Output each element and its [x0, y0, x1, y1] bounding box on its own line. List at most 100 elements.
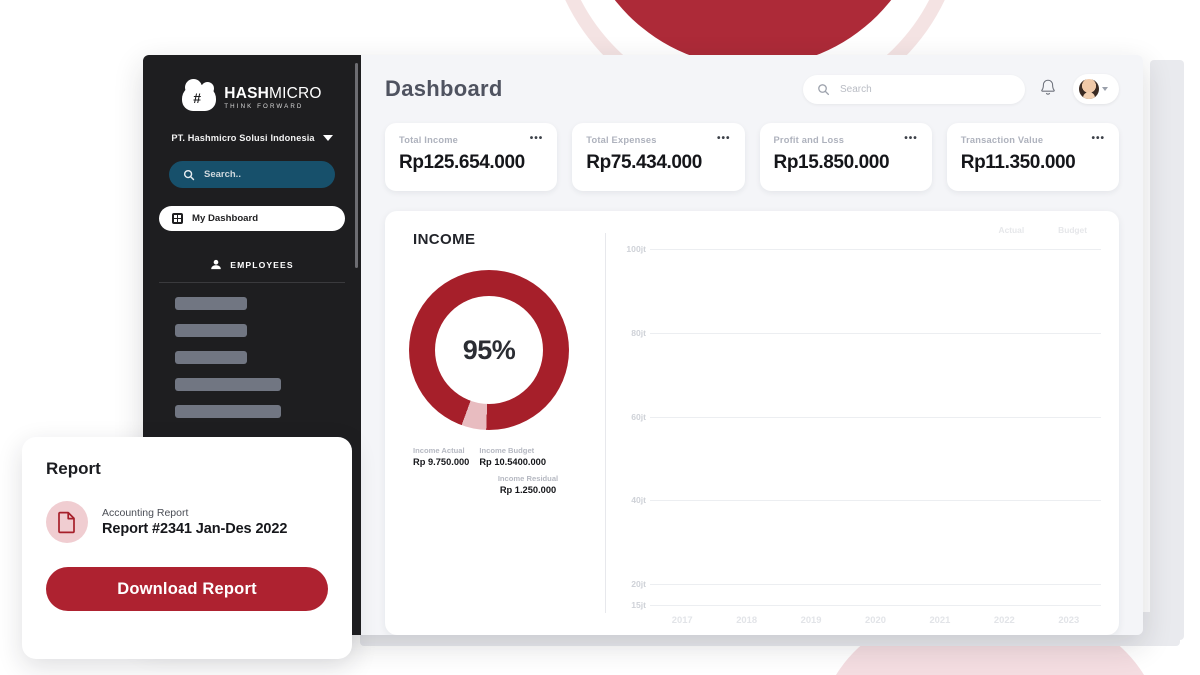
kpi-value: Rp15.850.000: [773, 152, 890, 173]
chart-y-tick: 15jt: [631, 600, 646, 610]
dashboard-icon: [172, 213, 183, 224]
brand-logo: # HASHMICRO THINK FORWARD: [143, 77, 361, 115]
income-budget-value: Rp 10.5400.000: [479, 457, 547, 467]
sidebar-item-my-dashboard[interactable]: My Dashboard: [159, 206, 345, 231]
search-input[interactable]: Search: [803, 74, 1025, 104]
avatar: [1079, 79, 1099, 99]
sidebar-section-employees[interactable]: EMPLOYEES: [159, 259, 345, 283]
chart-grid-line: [650, 584, 1101, 586]
income-legend: Income Actual Rp 9.750.000 Income Budget…: [413, 446, 605, 467]
brand-tagline: THINK FORWARD: [224, 102, 304, 110]
download-report-button[interactable]: Download Report: [46, 567, 328, 611]
search-icon: [818, 83, 830, 95]
kpi-menu-icon[interactable]: •••: [1091, 134, 1105, 144]
search-icon: [183, 169, 195, 180]
kpi-label: Total Income: [399, 135, 459, 145]
kpi-card[interactable]: Total Income ••• Rp125.654.000: [385, 123, 558, 191]
user-menu-button[interactable]: [1073, 74, 1119, 104]
hashmicro-cloud-icon: #: [182, 79, 217, 111]
income-actual-block: Income Actual Rp 9.750.000: [413, 446, 469, 467]
chart-y-tick: 80jt: [631, 327, 646, 338]
chart-x-tick: 2023: [1058, 614, 1080, 625]
kpi-card[interactable]: Profit and Loss ••• Rp15.850.000: [759, 123, 932, 191]
income-budget-block: Income Budget Rp 10.5400.000: [479, 446, 546, 467]
chart-y-axis: 100jt 80jt 60jt 40jt 20jt 15jt: [616, 244, 650, 610]
kpi-card[interactable]: Transaction Value ••• Rp11.350.000: [946, 123, 1119, 191]
kpi-label: Profit and Loss: [773, 135, 845, 145]
kpi-value: Rp75.434.000: [586, 152, 702, 173]
chart-x-axis: 2017 2018 2019 2020 2021 2022 2023: [650, 605, 1101, 625]
donut-center: 95%: [435, 296, 543, 404]
sidebar-skeleton-item: [175, 405, 281, 418]
donut-percent-label: 95%: [462, 334, 516, 365]
income-residual-value: Rp 1.250.000: [499, 485, 557, 495]
chevron-down-icon: [1102, 87, 1108, 91]
income-donut-chart: 95%: [409, 270, 569, 430]
sidebar-item-label: My Dashboard: [192, 213, 259, 224]
report-name: Report #2341 Jan-Des 2022: [102, 521, 288, 537]
sidebar-skeleton-item: [175, 351, 247, 364]
kpi-value: Rp125.654.000: [399, 152, 525, 173]
sidebar-skeleton-item: [175, 324, 247, 337]
income-panel: INCOME 95% Income Actual Rp 9.750.000 In…: [385, 211, 1119, 635]
background-gray-edge-decor: [1150, 60, 1184, 640]
chart-legend-item[interactable]: Budget: [1058, 225, 1087, 235]
company-selector[interactable]: PT. Hashmicro Solusi Indonesia: [143, 133, 361, 143]
income-budget-label: Income Budget: [479, 446, 535, 455]
chart-x-tick: 2017: [671, 614, 693, 625]
report-item: Accounting Report Report #2341 Jan-Des 2…: [46, 501, 328, 543]
income-residual-label: Income Residual: [497, 474, 559, 483]
chart-plot-area: 100jt 80jt 60jt 40jt 20jt 15jt: [616, 244, 1101, 610]
sidebar-scrollbar[interactable]: [355, 63, 358, 268]
document-glyph: [58, 511, 75, 534]
sidebar-skeleton-item: [175, 378, 281, 391]
chart-grid-line: [650, 332, 1101, 334]
kpi-label: Total Expenses: [586, 135, 657, 145]
kpi-menu-icon[interactable]: •••: [717, 134, 731, 144]
chart-grid-line: [650, 500, 1101, 502]
report-card: Report Accounting Report Report #2341 Ja…: [22, 437, 352, 659]
search-placeholder: Search: [840, 83, 872, 95]
notification-bell-button[interactable]: [1039, 78, 1059, 100]
chart-y-tick: 20jt: [631, 579, 646, 590]
bell-icon: [1041, 79, 1055, 95]
chart-grid-line: [650, 249, 1101, 250]
top-bar: Dashboard Search: [361, 55, 1143, 123]
brand-name: HASHMICRO: [224, 84, 322, 102]
income-summary: INCOME 95% Income Actual Rp 9.750.000 In…: [385, 211, 605, 635]
sidebar-search-input[interactable]: Search..: [169, 161, 335, 188]
kpi-value: Rp11.350.000: [960, 152, 1076, 173]
company-name: PT. Hashmicro Solusi Indonesia: [171, 133, 315, 143]
chart-bars: [650, 249, 1101, 605]
income-title: INCOME: [413, 231, 476, 248]
income-actual-label: Income Actual: [413, 446, 465, 455]
document-icon: [46, 501, 88, 543]
report-card-title: Report: [46, 459, 101, 478]
chevron-down-icon: [322, 135, 333, 141]
chart-legend-item[interactable]: Actual: [999, 225, 1025, 235]
chart-legend: Actual Budget: [616, 225, 1101, 235]
main-content: Dashboard Search Total Income ••• Rp125.…: [361, 55, 1143, 635]
chart-y-tick: 100jt: [626, 244, 646, 254]
kpi-menu-icon[interactable]: •••: [904, 134, 918, 144]
income-residual-block: Income Residual Rp 1.250.000: [451, 474, 605, 495]
kpi-menu-icon[interactable]: •••: [530, 134, 544, 144]
chart-x-tick: 2020: [865, 614, 886, 625]
bar-chart-section: Actual Budget 100jt 80jt 60jt 40jt 20jt 15jt 2…: [606, 211, 1119, 635]
employees-icon: [211, 259, 222, 270]
screenshot-stage: # HASHMICRO THINK FORWARD PT. Hashmicro …: [0, 0, 1200, 675]
kpi-card[interactable]: Total Expenses ••• Rp75.434.000: [572, 123, 745, 191]
kpi-label: Transaction Value: [960, 135, 1044, 145]
chart-x-tick: 2021: [929, 614, 951, 625]
chart-x-tick: 2018: [736, 614, 758, 625]
chart-grid-line: [650, 416, 1101, 418]
chart-y-tick: 60jt: [631, 411, 646, 422]
kpi-card-row: Total Income ••• Rp125.654.000 Total Exp…: [361, 123, 1143, 191]
chart-grid-line: [650, 605, 1101, 606]
income-actual-value: Rp 9.750.000: [413, 457, 470, 467]
sidebar-section-label: EMPLOYEES: [230, 259, 294, 270]
sidebar-skeleton-item: [175, 297, 247, 310]
chart-x-tick: 2022: [993, 614, 1015, 625]
chart-x-tick: 2019: [800, 614, 822, 625]
chart-plot: [650, 249, 1101, 606]
